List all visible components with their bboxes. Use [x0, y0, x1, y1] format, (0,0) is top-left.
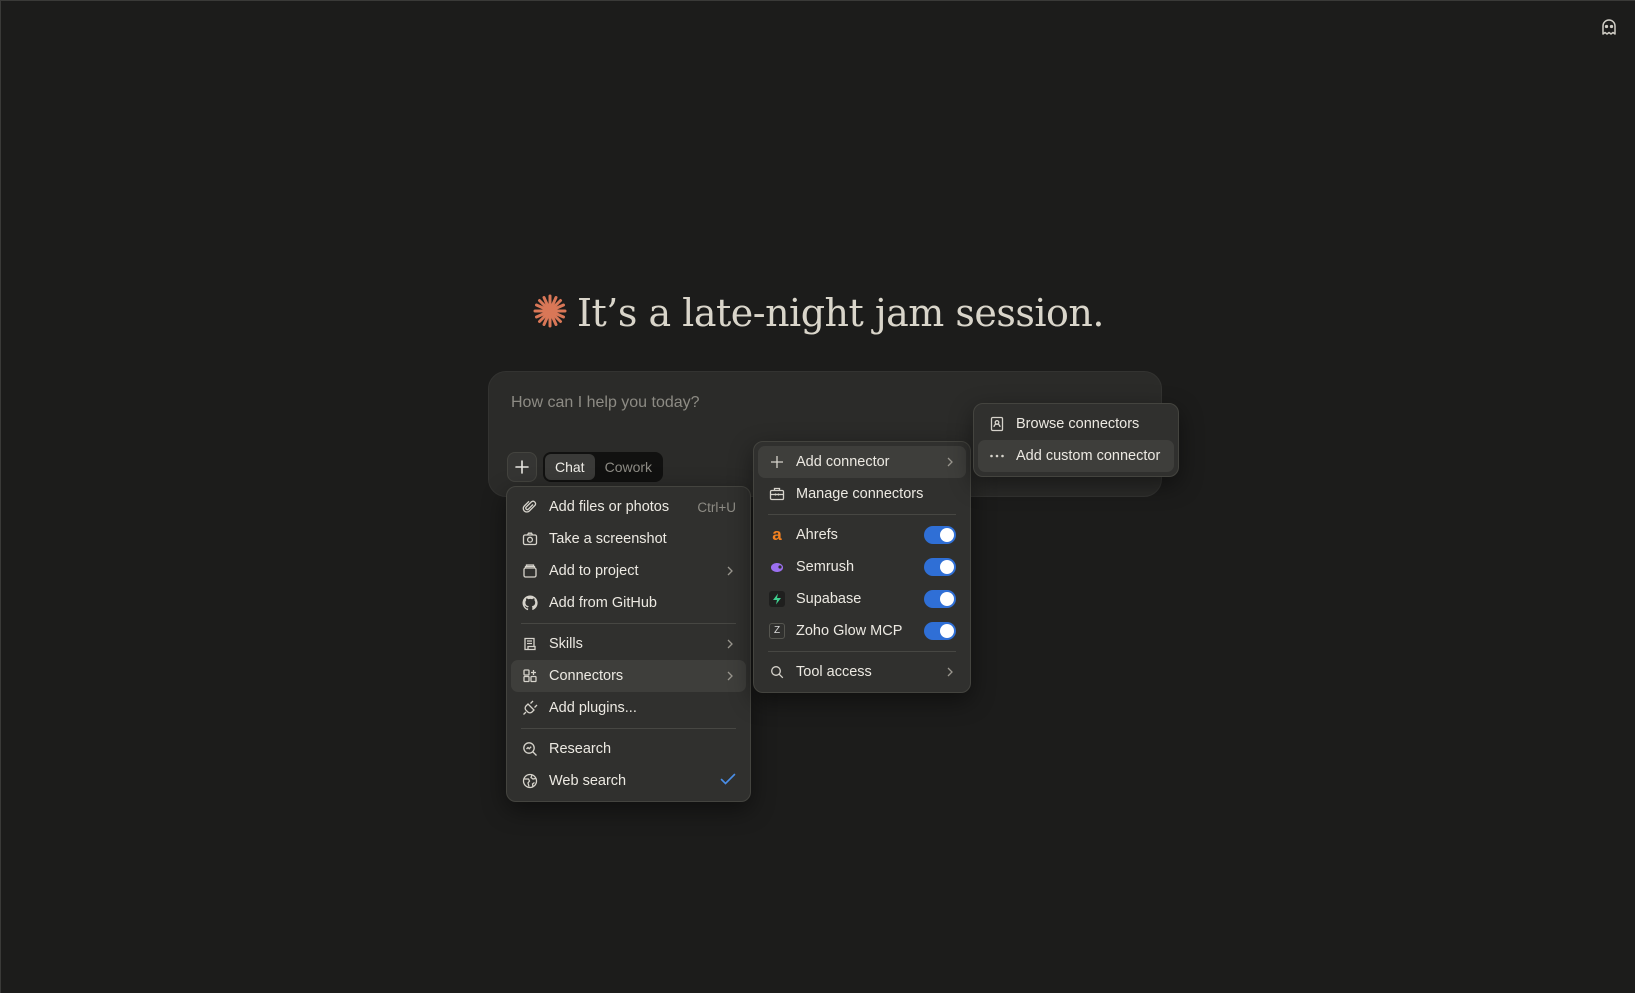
camera-icon [521, 530, 539, 548]
claude-spark-icon [533, 294, 567, 333]
search-icon [768, 663, 786, 681]
project-box-icon [521, 562, 539, 580]
chevron-right-icon [724, 638, 736, 650]
chevron-right-icon [944, 666, 956, 678]
menu-item-add-from-github[interactable]: Add from GitHub [511, 587, 746, 619]
menu-item-add-files[interactable]: Add files or photos Ctrl+U [511, 491, 746, 523]
mode-chat-tab[interactable]: Chat [545, 454, 595, 480]
add-connector-submenu: Browse connectors Add custom connector [973, 403, 1179, 477]
menu-divider [521, 623, 736, 624]
mode-cowork-tab[interactable]: Cowork [595, 454, 662, 480]
supabase-toggle[interactable] [924, 590, 956, 608]
app-window: It’s a late-night jam session. How can I… [0, 0, 1635, 993]
connector-semrush[interactable]: Semrush [758, 551, 966, 583]
ahrefs-toggle[interactable] [924, 526, 956, 544]
semrush-toggle[interactable] [924, 558, 956, 576]
incognito-ghost-icon[interactable] [1597, 15, 1621, 39]
checkmark-icon [720, 773, 736, 789]
paperclip-icon [521, 498, 539, 516]
semrush-logo-icon [768, 558, 786, 576]
menu-divider [768, 514, 956, 515]
supabase-logo-icon [768, 590, 786, 608]
plug-icon [521, 699, 539, 717]
plus-icon [768, 453, 786, 471]
menu-item-take-screenshot[interactable]: Take a screenshot [511, 523, 746, 555]
chevron-right-icon [724, 670, 736, 682]
connectors-icon [521, 667, 539, 685]
menu-item-web-search[interactable]: Web search [511, 765, 746, 797]
menu-divider [521, 728, 736, 729]
chevron-right-icon [724, 565, 736, 577]
ahrefs-logo-icon: a [772, 525, 782, 544]
more-dots-icon [988, 447, 1006, 465]
menu-item-skills[interactable]: Skills [511, 628, 746, 660]
menu-item-add-connector[interactable]: Add connector [758, 446, 966, 478]
github-icon [521, 594, 539, 612]
menu-item-manage-connectors[interactable]: Manage connectors [758, 478, 966, 510]
menu-item-browse-connectors[interactable]: Browse connectors [978, 408, 1174, 440]
globe-icon [521, 772, 539, 790]
add-attachment-button[interactable] [507, 452, 537, 482]
menu-item-research[interactable]: Research [511, 733, 746, 765]
toolbox-icon [768, 485, 786, 503]
mode-toggle: Chat Cowork [543, 452, 663, 482]
message-input[interactable]: How can I help you today? [511, 394, 700, 412]
connector-zoho-glow[interactable]: Z Zoho Glow MCP [758, 615, 966, 647]
directory-icon [988, 415, 1006, 433]
menu-item-add-custom-connector[interactable]: Add custom connector [978, 440, 1174, 472]
menu-item-connectors[interactable]: Connectors [511, 660, 746, 692]
research-icon [521, 740, 539, 758]
attachment-menu: Add files or photos Ctrl+U Take a screen… [506, 486, 751, 802]
zoho-logo-icon: Z [768, 622, 786, 640]
chevron-right-icon [944, 456, 956, 468]
menu-item-add-plugins[interactable]: Add plugins... [511, 692, 746, 724]
menu-item-tool-access[interactable]: Tool access [758, 656, 966, 688]
zoho-glow-toggle[interactable] [924, 622, 956, 640]
connector-supabase[interactable]: Supabase [758, 583, 966, 615]
skills-icon [521, 635, 539, 653]
greeting-text: It’s a late-night jam session. [577, 291, 1104, 335]
menu-item-add-to-project[interactable]: Add to project [511, 555, 746, 587]
connector-ahrefs[interactable]: a Ahrefs [758, 519, 966, 551]
connectors-submenu: Add connector Manage connectors a Ahrefs… [753, 441, 971, 693]
greeting: It’s a late-night jam session. [1, 291, 1635, 335]
shortcut-hint: Ctrl+U [697, 499, 736, 515]
menu-divider [768, 651, 956, 652]
